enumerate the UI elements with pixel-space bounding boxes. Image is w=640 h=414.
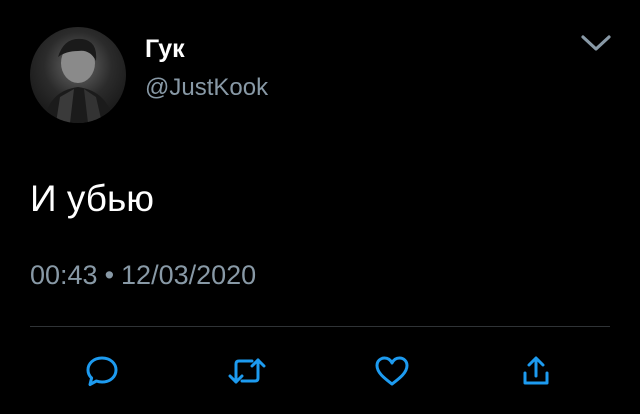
retweet-arrows-icon	[228, 358, 266, 384]
speech-bubble-icon	[86, 356, 118, 386]
retweet-button[interactable]	[227, 351, 267, 391]
tweet-text: И убью	[30, 178, 155, 219]
chevron-down-icon[interactable]	[578, 30, 614, 56]
timestamp-separator: •	[104, 260, 115, 290]
avatar-photo-icon	[44, 38, 114, 123]
tweet-timestamp[interactable]: 00:43 • 12/03/2020	[30, 258, 256, 292]
author-handle[interactable]: @JustKook	[145, 73, 268, 103]
like-button[interactable]	[372, 351, 412, 391]
avatar[interactable]	[30, 27, 126, 123]
share-upload-icon	[523, 356, 549, 385]
tweet-time: 00:43	[30, 260, 98, 290]
author-display-name[interactable]: Гук	[145, 34, 185, 64]
reply-button[interactable]	[82, 351, 122, 391]
share-button[interactable]	[516, 351, 556, 391]
divider	[30, 326, 610, 327]
tweet-date: 12/03/2020	[121, 260, 257, 290]
heart-icon	[375, 356, 409, 386]
